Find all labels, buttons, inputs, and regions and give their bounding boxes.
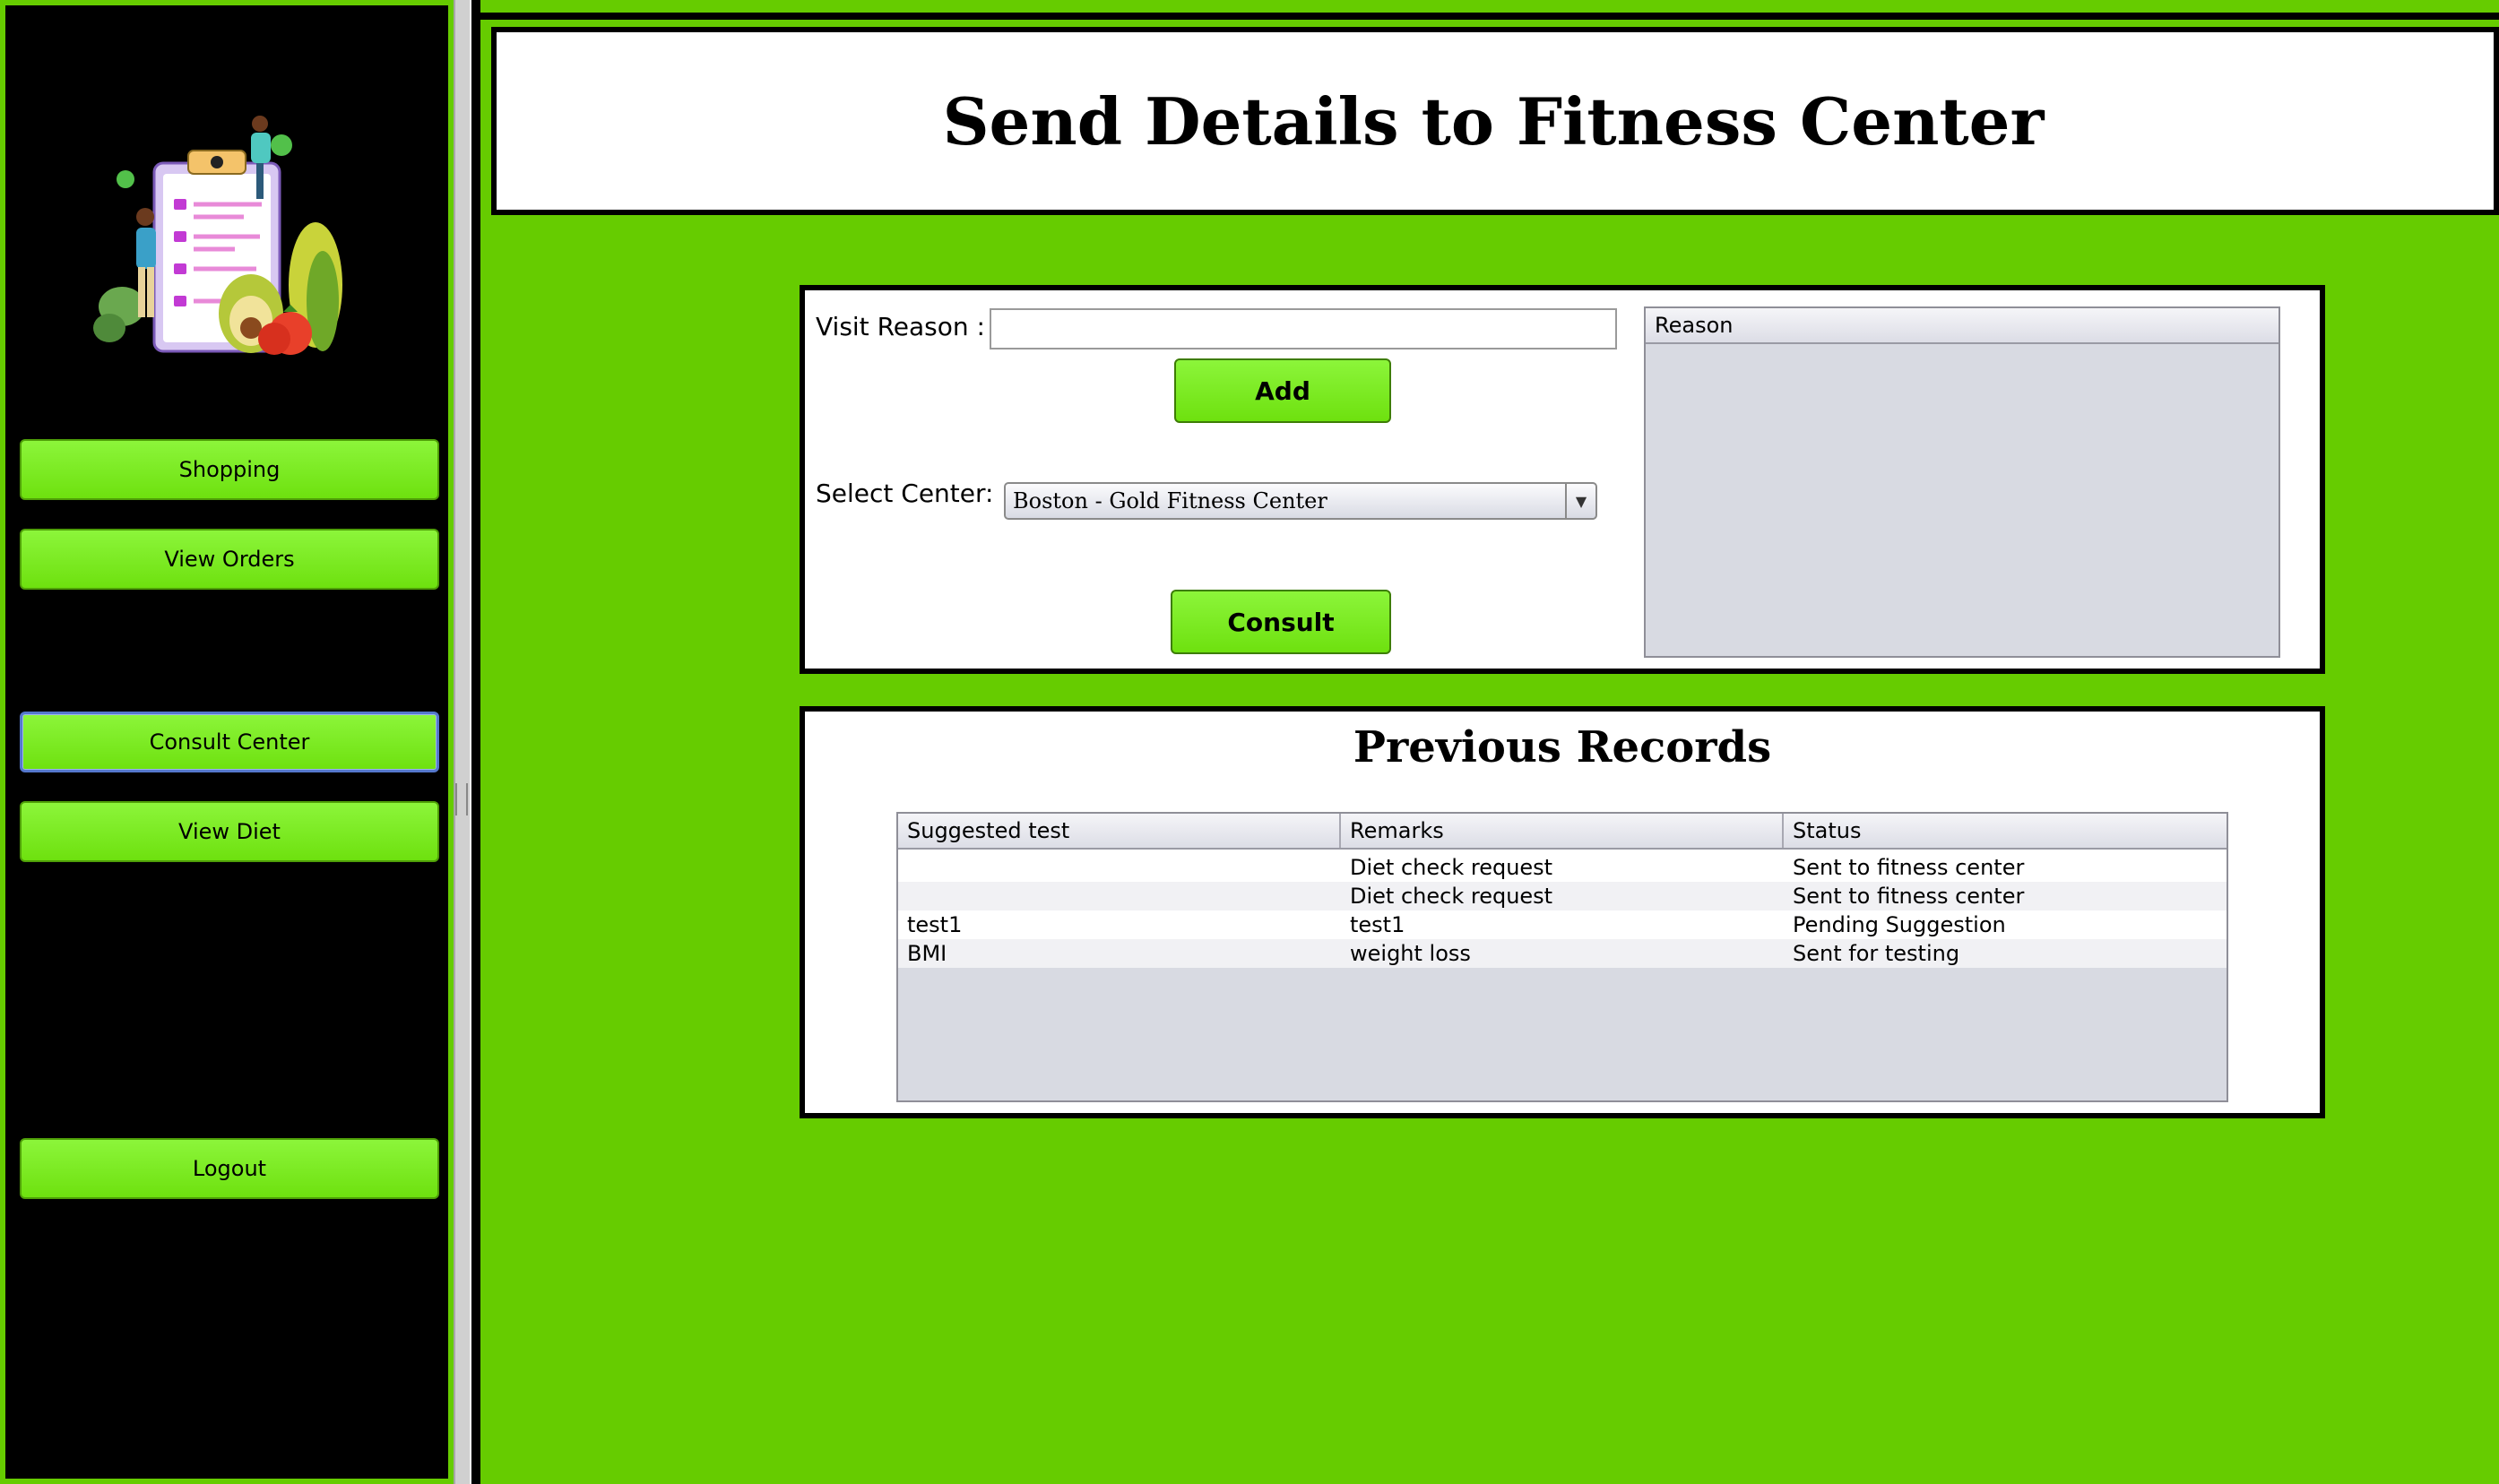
logout-button[interactable]: Logout — [20, 1138, 439, 1199]
sidebar-item-shopping[interactable]: Shopping — [20, 439, 439, 500]
main-panel-edge — [471, 0, 480, 1484]
cell-suggested-test: test1 — [907, 912, 963, 937]
column-header-remarks[interactable]: Remarks — [1341, 814, 1784, 848]
records-table-header: Suggested test Remarks Status — [898, 814, 2227, 850]
reason-column-header[interactable]: Reason — [1646, 308, 2278, 342]
select-center-label: Select Center: — [816, 479, 994, 508]
visit-reason-input[interactable] — [990, 308, 1617, 349]
reason-table-header: Reason — [1646, 308, 2278, 344]
sidebar-item-view-orders[interactable]: View Orders — [20, 529, 439, 590]
column-header-status[interactable]: Status — [1784, 814, 2227, 848]
main-top-border — [471, 13, 2499, 20]
records-table-body: Diet check request Sent to fitness cente… — [898, 850, 2227, 968]
records-table[interactable]: Suggested test Remarks Status Diet check… — [896, 812, 2228, 1102]
cell-remarks: test1 — [1350, 912, 1405, 937]
previous-records-panel: Previous Records Suggested test Remarks … — [800, 706, 2325, 1118]
divider-grip-icon[interactable] — [455, 783, 468, 815]
cell-remarks: Diet check request — [1350, 884, 1553, 909]
add-button[interactable]: Add — [1174, 358, 1391, 423]
records-title: Previous Records — [1353, 722, 1772, 772]
header: Send Details to Fitness Center — [491, 27, 2499, 215]
cell-status: Sent to fitness center — [1793, 855, 2025, 880]
cell-remarks: Diet check request — [1350, 855, 1553, 880]
chevron-down-icon[interactable]: ▼ — [1565, 484, 1595, 518]
cell-status: Sent for testing — [1793, 941, 1960, 966]
sidebar: Shopping View Orders Consult Center View… — [0, 0, 454, 1484]
diet-checklist-illustration-icon — [93, 116, 342, 355]
table-row[interactable]: BMI weight loss Sent for testing — [898, 939, 2227, 968]
split-pane-divider[interactable] — [454, 0, 471, 1484]
table-row[interactable]: Diet check request Sent to fitness cente… — [898, 882, 2227, 910]
center-select[interactable]: Boston - Gold Fitness Center ▼ — [1004, 482, 1597, 520]
selected-center-value: Boston - Gold Fitness Center — [1013, 488, 1327, 513]
cell-suggested-test: BMI — [907, 941, 947, 966]
consult-form-panel: Visit Reason : Add Select Center: Boston… — [800, 285, 2325, 674]
visit-reason-label: Visit Reason : — [816, 312, 985, 341]
table-row[interactable]: Diet check request Sent to fitness cente… — [898, 853, 2227, 882]
reason-table[interactable]: Reason — [1644, 306, 2280, 658]
table-row[interactable]: test1 test1 Pending Suggestion — [898, 910, 2227, 939]
sidebar-item-view-diet[interactable]: View Diet — [20, 801, 439, 862]
cell-remarks: weight loss — [1350, 941, 1471, 966]
cell-status: Sent to fitness center — [1793, 884, 2025, 909]
consult-button[interactable]: Consult — [1171, 590, 1391, 654]
cell-status: Pending Suggestion — [1793, 912, 2006, 937]
sidebar-item-consult-center[interactable]: Consult Center — [20, 712, 439, 772]
column-header-suggested-test[interactable]: Suggested test — [898, 814, 1341, 848]
page-title: Send Details to Fitness Center — [942, 82, 2045, 160]
